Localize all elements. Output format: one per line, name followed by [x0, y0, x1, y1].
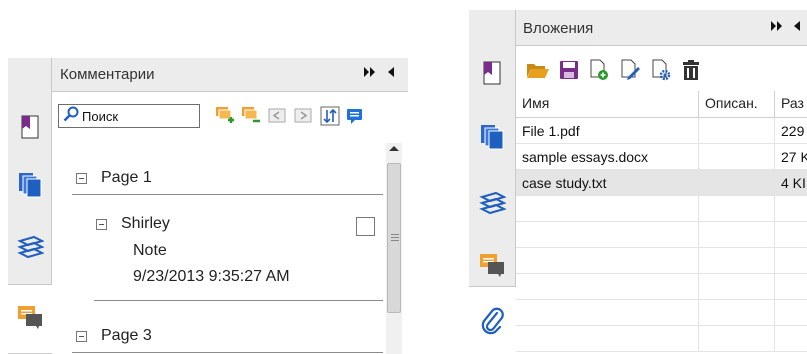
attachments-panel: Вложения Имя Описан. Раз File 1.pdf 229 … [469, 10, 807, 354]
scroll-thumb[interactable] [387, 163, 401, 313]
expand-panel-icon[interactable] [363, 66, 377, 81]
table-row-size[interactable]: 4 KI [775, 170, 807, 196]
table-row-empty [775, 196, 807, 222]
edit-description-icon[interactable] [618, 59, 642, 81]
pages-icon[interactable] [477, 122, 507, 152]
scroll-up-arrow-icon[interactable] [389, 146, 399, 151]
delete-icon[interactable] [679, 59, 703, 81]
table-row-empty [775, 326, 807, 352]
table-row-description[interactable] [699, 144, 775, 170]
comments-toolbar [52, 93, 408, 133]
table-row-empty [699, 196, 775, 222]
table-row-empty [699, 326, 775, 352]
comments-tree: Page 1 Shirley Note 9/23/2013 9:35:27 AM… [52, 133, 408, 354]
table-row-empty [699, 222, 775, 248]
comment-author: Shirley [121, 215, 170, 232]
table-row-empty [699, 274, 775, 300]
comments-icon[interactable] [15, 302, 45, 332]
table-row-size[interactable]: 27 K [775, 144, 807, 170]
comments-icon[interactable] [477, 250, 507, 280]
expand-all-icon[interactable] [215, 106, 235, 126]
save-icon[interactable] [557, 59, 581, 81]
collapse-toggle-icon[interactable] [76, 172, 87, 184]
panel-header: Комментарии [52, 58, 408, 92]
next-comment-icon[interactable] [293, 106, 313, 126]
panel-title: Вложения [523, 20, 594, 37]
table-row-size[interactable]: 229 [775, 118, 807, 144]
table-row-empty [775, 222, 807, 248]
page-label: Page 3 [101, 327, 152, 344]
panel-title: Комментарии [60, 66, 155, 83]
divider [72, 194, 383, 195]
layers-icon[interactable] [477, 188, 507, 218]
attachments-toolbar [516, 47, 807, 91]
comment-type: Note [133, 242, 167, 259]
search-icon [63, 106, 79, 127]
column-header-size[interactable]: Раз [775, 91, 807, 118]
pages-icon[interactable] [15, 170, 45, 200]
table-row-description[interactable] [699, 118, 775, 144]
attachment-icon[interactable] [478, 306, 508, 336]
divider [94, 300, 383, 301]
search-input[interactable] [82, 108, 194, 124]
comments-panel: Комментарии Поиск Page 1 Shirley Note 9/… [8, 58, 408, 354]
reply-icon[interactable] [345, 106, 365, 126]
collapse-toggle-icon[interactable] [76, 330, 87, 342]
search-field[interactable] [58, 104, 200, 128]
side-rail [8, 58, 53, 354]
divider [72, 352, 383, 353]
expand-panel-icon[interactable] [770, 20, 784, 35]
settings-icon[interactable] [649, 59, 673, 81]
table-row-name[interactable]: sample essays.docx [516, 144, 699, 170]
table-row-name[interactable]: File 1.pdf [516, 118, 699, 144]
vertical-scrollbar[interactable] [386, 143, 402, 354]
table-row-empty [516, 222, 699, 248]
previous-comment-icon[interactable] [267, 106, 287, 126]
table-row-empty [516, 274, 699, 300]
table-row-empty [516, 196, 699, 222]
collapse-all-icon[interactable] [241, 106, 261, 126]
tree-node-page-3[interactable]: Page 3 [76, 327, 152, 345]
bookmark-icon[interactable] [477, 58, 507, 88]
column-header-description[interactable]: Описан. [699, 91, 775, 118]
collapse-panel-icon[interactable] [793, 20, 801, 35]
table-row-empty [699, 248, 775, 274]
add-file-icon[interactable] [587, 59, 611, 81]
table-row-empty [775, 274, 807, 300]
tree-node-page-1[interactable]: Page 1 [76, 169, 152, 187]
comment-status-checkbox[interactable] [356, 217, 375, 236]
collapse-toggle-icon[interactable] [96, 218, 107, 230]
table-row-name[interactable]: case study.txt [516, 170, 699, 196]
panel-header: Вложения [516, 10, 807, 46]
side-rail [469, 10, 517, 354]
layers-icon[interactable] [15, 232, 45, 262]
table-row-empty [775, 300, 807, 326]
table-row-empty [775, 248, 807, 274]
table-row-empty [516, 248, 699, 274]
table-row-empty [516, 300, 699, 326]
column-header-name[interactable]: Имя [516, 91, 699, 118]
comment-date: 9/23/2013 9:35:27 AM [133, 268, 290, 285]
tree-node-comment[interactable]: Shirley [96, 215, 170, 233]
table-row-empty [699, 300, 775, 326]
sort-icon[interactable] [320, 106, 340, 126]
table-row-empty [516, 326, 699, 352]
attachments-table: Имя Описан. Раз File 1.pdf 229 sample es… [516, 91, 807, 354]
collapse-panel-icon[interactable] [387, 66, 395, 81]
bookmark-icon[interactable] [15, 112, 45, 142]
table-row-description[interactable] [699, 170, 775, 196]
open-folder-icon[interactable] [526, 59, 550, 81]
page-label: Page 1 [101, 169, 152, 186]
